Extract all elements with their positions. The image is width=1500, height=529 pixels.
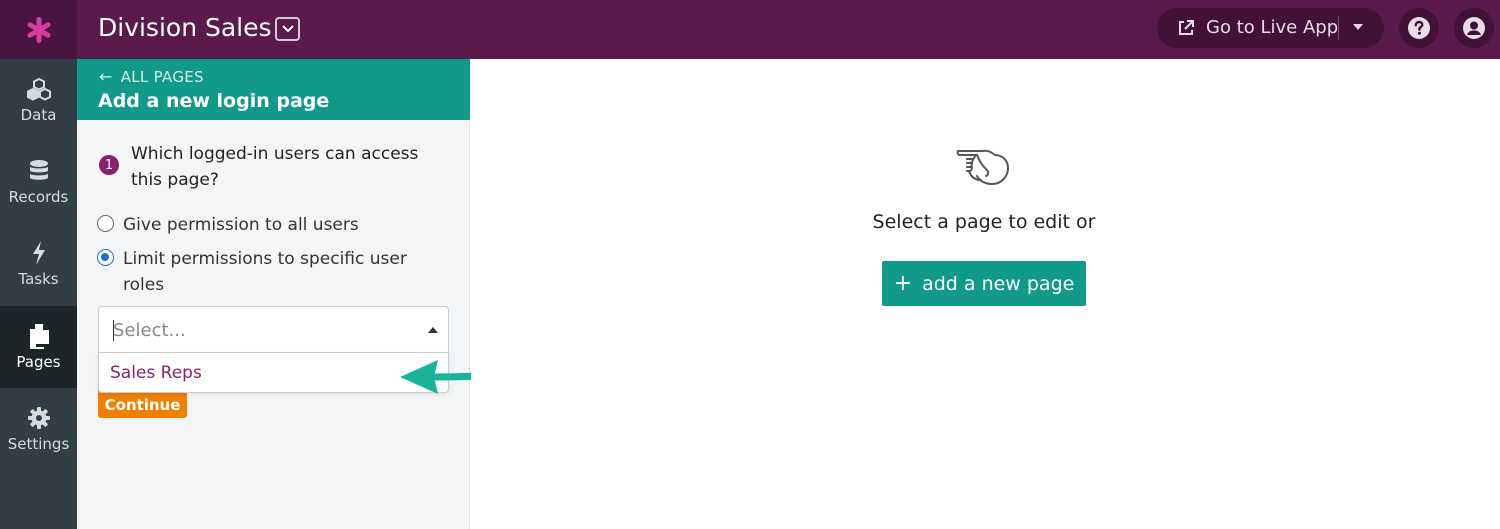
divider [1338, 16, 1339, 40]
radio-button[interactable] [97, 249, 114, 266]
step-question: Which logged-in users can access this pa… [131, 144, 419, 190]
gear-icon [27, 405, 51, 431]
add-new-page-button[interactable]: + add a new page [882, 261, 1086, 306]
panel-title: Add a new login page [98, 90, 330, 112]
cubes-icon [26, 76, 52, 102]
step-number-badge: 1 [99, 155, 119, 175]
asterisk-logo-icon [26, 16, 51, 43]
nav-label: Records [8, 188, 69, 206]
caret-up-icon[interactable] [428, 327, 438, 333]
user-role-select[interactable]: Select... [98, 306, 449, 353]
radio-button[interactable] [97, 215, 114, 232]
app-logo[interactable] [0, 0, 77, 59]
nav-item-data[interactable]: Data [0, 59, 77, 141]
nav-label: Pages [16, 353, 61, 371]
nav-item-records[interactable]: Records [0, 141, 77, 223]
database-icon [28, 158, 50, 184]
back-link-label: ALL PAGES [120, 67, 204, 86]
page-setup-panel: ← ALL PAGES Add a new login page 1 Which… [77, 59, 470, 529]
nav-item-tasks[interactable]: Tasks [0, 223, 77, 305]
nav-label: Settings [7, 435, 70, 453]
external-link-icon [1179, 20, 1194, 35]
radio-label: Limit permissions to specific user roles [123, 249, 407, 295]
live-app-label: Go to Live App [1206, 17, 1339, 38]
panel-header: ← ALL PAGES Add a new login page [77, 59, 470, 120]
nav-label: Tasks [18, 270, 59, 288]
nav-label: Data [20, 106, 57, 124]
question-circle-icon [1408, 17, 1430, 39]
nav-item-pages[interactable]: Pages [0, 306, 77, 388]
pointing-hand-icon [956, 149, 1009, 185]
add-page-label: add a new page [922, 272, 1075, 295]
go-to-live-app-button[interactable]: Go to Live App [1157, 8, 1384, 48]
app-switcher-button[interactable] [275, 17, 300, 41]
continue-button[interactable]: Continue [98, 390, 187, 418]
user-circle-icon [1463, 17, 1485, 39]
arrow-left-icon: ← [99, 67, 113, 86]
bolt-icon [31, 240, 47, 266]
permission-option-specific-roles[interactable]: Limit permissions to specific user roles [97, 246, 423, 298]
permission-option-all-users[interactable]: Give permission to all users [97, 212, 423, 238]
left-nav: Data Records Tasks Pages Settings [0, 59, 77, 529]
select-placeholder: Select... [113, 320, 186, 341]
radio-label: Give permission to all users [123, 215, 359, 235]
account-button[interactable] [1454, 8, 1494, 48]
pages-icon [28, 323, 50, 349]
plus-icon: + [893, 270, 913, 296]
dropdown-option-sales-reps[interactable]: Sales Reps [110, 363, 202, 383]
help-button[interactable] [1399, 8, 1439, 48]
top-bar: Division Sales Go to Live App [0, 0, 1500, 59]
nav-item-settings[interactable]: Settings [0, 388, 77, 470]
page-editor-area: Select a page to edit or + add a new pag… [471, 59, 1500, 529]
chevron-down-icon [281, 25, 294, 33]
back-to-all-pages-link[interactable]: ← ALL PAGES [99, 67, 204, 86]
user-role-dropdown-menu: Sales Reps [98, 352, 449, 393]
app-title: Division Sales [98, 13, 272, 42]
empty-state-text: Select a page to edit or [872, 211, 1096, 233]
caret-down-icon[interactable] [1353, 24, 1363, 30]
